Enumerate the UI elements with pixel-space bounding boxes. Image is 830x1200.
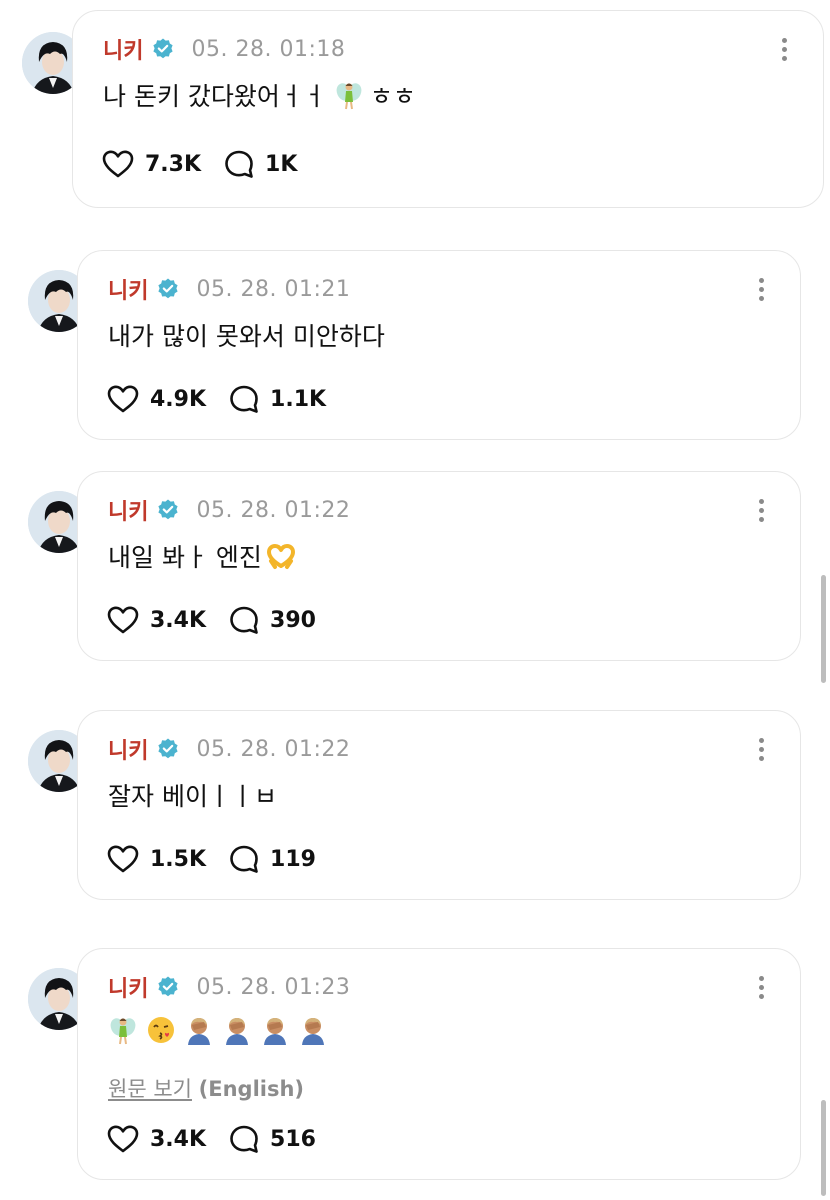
comment-count: 516 [270, 1126, 316, 1152]
author-name[interactable]: 니키 [103, 33, 143, 65]
post-header: 니키 05. 28. 01:23 [108, 971, 350, 1003]
facepalm-emoji [298, 1015, 328, 1045]
like-button[interactable]: 7.3K [101, 149, 201, 179]
post-actions: 3.4K 390 [106, 605, 338, 635]
verified-check-icon [156, 498, 180, 522]
more-options-icon[interactable] [752, 494, 770, 526]
original-language-label: (English) [198, 1077, 305, 1101]
post-card: 니키 05. 28. 01:22 잘자 베이ㅣㅣㅂ 1.5K 119 [77, 710, 801, 900]
more-options-icon[interactable] [752, 733, 770, 765]
post-timestamp: 05. 28. 01:22 [196, 736, 351, 762]
post-actions: 1.5K 119 [106, 844, 338, 874]
heart-icon [106, 605, 140, 635]
like-count: 3.4K [150, 1126, 207, 1152]
comment-button[interactable]: 1.1K [228, 384, 326, 414]
more-options-icon[interactable] [752, 273, 770, 305]
fairy-emoji [334, 80, 364, 110]
more-options-icon[interactable] [775, 33, 793, 65]
comment-count: 390 [270, 607, 316, 633]
comment-button[interactable]: 119 [228, 844, 316, 874]
comment-button[interactable]: 516 [228, 1124, 316, 1154]
post-text: 나 돈키 갔다왔어ㅓㅓ ㅎㅎ [103, 77, 416, 113]
facepalm-emoji [222, 1015, 252, 1045]
comment-count: 1.1K [270, 386, 327, 412]
like-count: 7.3K [145, 151, 202, 177]
kissing-face-emoji [146, 1015, 176, 1045]
heart-icon [106, 844, 140, 874]
post-card: 니키 05. 28. 01:21 내가 많이 못와서 미안하다 4.9K 1.1… [77, 250, 801, 440]
like-count: 3.4K [150, 607, 207, 633]
author-name[interactable]: 니키 [108, 273, 148, 305]
heart-icon [106, 1124, 140, 1154]
post-timestamp: 05. 28. 01:23 [196, 974, 351, 1000]
post-header: 니키 05. 28. 01:22 [108, 494, 350, 526]
verified-check-icon [156, 277, 180, 301]
like-button[interactable]: 3.4K [106, 1124, 206, 1154]
more-options-icon[interactable] [752, 971, 770, 1003]
comment-bubble-icon [223, 149, 255, 179]
like-button[interactable]: 4.9K [106, 384, 206, 414]
post-header: 니키 05. 28. 01:21 [108, 273, 350, 305]
like-button[interactable]: 1.5K [106, 844, 206, 874]
scrollbar[interactable] [821, 1100, 826, 1196]
post-text-part: 나 돈키 갔다왔어ㅓㅓ [103, 82, 326, 111]
author-name[interactable]: 니키 [108, 494, 148, 526]
comment-bubble-icon [228, 384, 260, 414]
post-text-part: ㅎㅎ [369, 82, 416, 111]
post-text [108, 1015, 330, 1045]
post-feed: 니키 05. 28. 01:18 나 돈키 갔다왔어ㅓㅓ ㅎㅎ 7.3K 1K … [0, 0, 830, 1200]
heart-icon [106, 384, 140, 414]
post-text: 내일 봐ㅏ 엔진 [108, 538, 298, 574]
facepalm-emoji [184, 1015, 214, 1045]
like-button[interactable]: 3.4K [106, 605, 206, 635]
post-text: 잘자 베이ㅣㅣㅂ [108, 777, 277, 813]
post-text: 내가 많이 못와서 미안하다 [108, 317, 385, 353]
heart-hands-emoji [266, 541, 296, 571]
like-count: 4.9K [150, 386, 207, 412]
post-actions: 4.9K 1.1K [106, 384, 348, 414]
facepalm-emoji [260, 1015, 290, 1045]
author-name[interactable]: 니키 [108, 971, 148, 1003]
post-actions: 3.4K 516 [106, 1124, 338, 1154]
post-header: 니키 05. 28. 01:18 [103, 33, 345, 65]
post-timestamp: 05. 28. 01:21 [196, 276, 351, 302]
post-timestamp: 05. 28. 01:18 [191, 36, 346, 62]
verified-check-icon [156, 737, 180, 761]
post-header: 니키 05. 28. 01:22 [108, 733, 350, 765]
post-card: 니키 05. 28. 01:23 원문 보기 (English) 3.4K 51… [77, 948, 801, 1180]
post-card: 니키 05. 28. 01:22 내일 봐ㅏ 엔진 3.4K 390 [77, 471, 801, 661]
post-text-part: 내가 많이 못와서 미안하다 [108, 322, 385, 351]
post-card: 니키 05. 28. 01:18 나 돈키 갔다왔어ㅓㅓ ㅎㅎ 7.3K 1K [72, 10, 824, 208]
comment-button[interactable]: 390 [228, 605, 316, 635]
post-text-part: 내일 봐ㅏ 엔진 [108, 543, 262, 572]
fairy-emoji [108, 1015, 138, 1045]
author-name[interactable]: 니키 [108, 733, 148, 765]
post-actions: 7.3K 1K [101, 149, 319, 179]
comment-button[interactable]: 1K [223, 149, 297, 179]
post-text-part: 잘자 베이ㅣㅣㅂ [108, 782, 277, 811]
like-count: 1.5K [150, 846, 207, 872]
comment-bubble-icon [228, 605, 260, 635]
heart-icon [101, 149, 135, 179]
comment-count: 1K [265, 151, 298, 177]
comment-bubble-icon [228, 1124, 260, 1154]
comment-count: 119 [270, 846, 316, 872]
see-original-link[interactable]: 원문 보기 (English) [108, 1073, 304, 1103]
verified-check-icon [156, 975, 180, 999]
comment-bubble-icon [228, 844, 260, 874]
verified-check-icon [151, 37, 175, 61]
scrollbar[interactable] [821, 575, 826, 683]
see-original-label[interactable]: 원문 보기 [108, 1077, 192, 1101]
post-timestamp: 05. 28. 01:22 [196, 497, 351, 523]
